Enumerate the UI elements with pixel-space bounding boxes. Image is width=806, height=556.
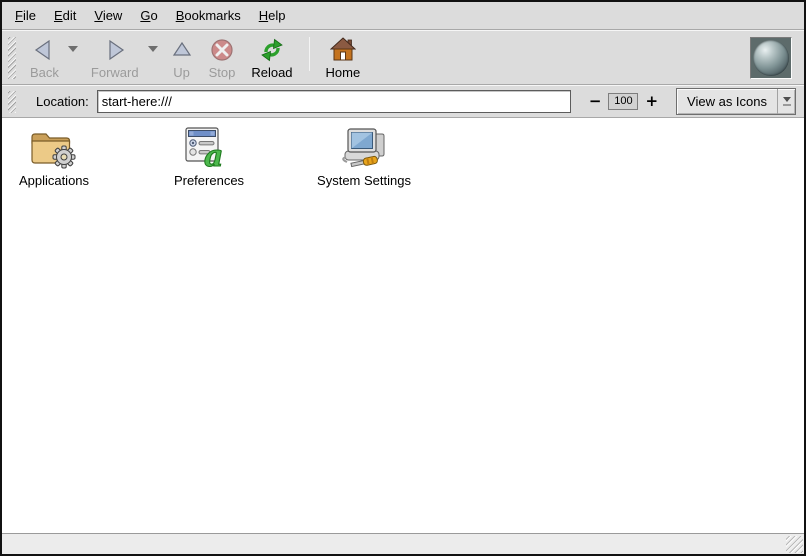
forward-button-label: Forward <box>91 65 139 80</box>
menu-edit-label: Edit <box>54 8 76 23</box>
zoom-level-indicator: 100 <box>608 93 638 110</box>
menu-go[interactable]: Go <box>131 4 166 27</box>
menu-bookmarks[interactable]: Bookmarks <box>167 4 250 27</box>
system-settings-monitor-icon <box>338 126 390 170</box>
icon-item-label: Applications <box>19 173 89 188</box>
stop-button-label: Stop <box>209 65 236 80</box>
preferences-dialog-icon: a <box>183 126 235 170</box>
back-arrow-icon <box>32 37 56 64</box>
back-history-dropdown[interactable] <box>65 42 81 56</box>
chevron-down-icon <box>68 46 78 52</box>
stop-icon <box>210 37 234 64</box>
forward-history-dropdown[interactable] <box>145 42 161 56</box>
dropdown-arrow-icon <box>777 89 795 114</box>
reload-button[interactable]: Reload <box>243 34 300 82</box>
menu-help-label: Help <box>259 8 286 23</box>
location-label: Location: <box>36 94 89 109</box>
home-button-label: Home <box>326 65 361 80</box>
toolbar-grip-handle[interactable] <box>8 37 16 79</box>
menu-view[interactable]: View <box>85 4 131 27</box>
throbber <box>750 37 792 79</box>
back-button-label: Back <box>30 65 59 80</box>
icon-view-content: Applications a Preferences <box>2 118 804 533</box>
up-arrow-icon <box>171 37 193 64</box>
up-button[interactable]: Up <box>163 34 201 82</box>
view-as-dropdown[interactable]: View as Icons <box>676 88 796 115</box>
menu-file[interactable]: File <box>6 4 45 27</box>
resize-grip-handle[interactable] <box>786 536 803 553</box>
menu-bookmarks-label: Bookmarks <box>176 8 241 23</box>
view-as-dropdown-label: View as Icons <box>677 94 777 109</box>
toolbar-separator <box>309 37 310 71</box>
status-bar <box>2 533 804 554</box>
forward-button[interactable]: Forward <box>83 34 147 82</box>
menubar: File Edit View Go Bookmarks Help <box>2 2 804 30</box>
throbber-sphere-icon <box>753 40 789 76</box>
icon-item-label: System Settings <box>317 173 411 188</box>
home-button[interactable]: Home <box>318 34 369 82</box>
reload-icon <box>259 37 285 64</box>
nautilus-window: File Edit View Go Bookmarks Help Back Fo… <box>0 0 806 556</box>
reload-button-label: Reload <box>251 65 292 80</box>
forward-arrow-icon <box>103 37 127 64</box>
throbber-frame <box>750 37 792 79</box>
stop-button[interactable]: Stop <box>201 34 244 82</box>
icon-item-label: Preferences <box>174 173 244 188</box>
chevron-down-icon <box>148 46 158 52</box>
svg-text:a: a <box>204 139 223 170</box>
location-bar-grip-handle[interactable] <box>8 91 16 113</box>
menu-help[interactable]: Help <box>250 4 295 27</box>
zoom-out-button[interactable]: − <box>585 90 606 113</box>
applications-folder-gear-icon <box>28 126 80 170</box>
menu-go-label: Go <box>140 8 157 23</box>
menu-edit[interactable]: Edit <box>45 4 85 27</box>
up-button-label: Up <box>173 65 190 80</box>
menu-view-label: View <box>94 8 122 23</box>
icon-item-applications[interactable]: Applications <box>4 126 104 188</box>
toolbar: Back Forward Up Stop <box>2 30 804 85</box>
home-icon <box>330 37 356 64</box>
back-button[interactable]: Back <box>22 34 67 82</box>
icon-item-preferences[interactable]: a Preferences <box>159 126 259 188</box>
zoom-in-button[interactable]: + <box>641 90 662 113</box>
location-bar: Location: − 100 + View as Icons <box>2 85 804 118</box>
location-input[interactable] <box>97 90 571 113</box>
icon-item-system-settings[interactable]: System Settings <box>314 126 414 188</box>
menu-file-label: File <box>15 8 36 23</box>
